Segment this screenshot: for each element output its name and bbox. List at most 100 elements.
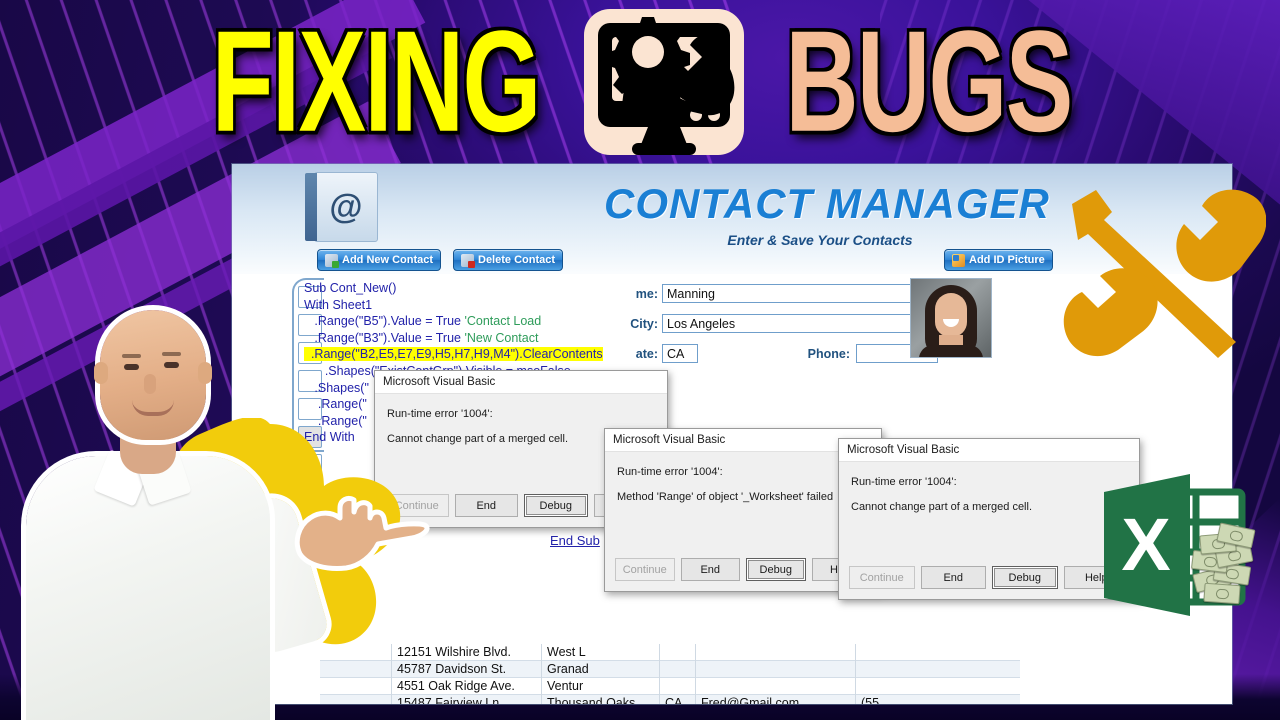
- cell-city: West L: [542, 643, 660, 661]
- vba-line-2: .Range("B5").Value = True: [304, 314, 465, 329]
- vba-line-9: End With: [304, 430, 355, 445]
- cell-address: 45787 Davidson St.: [392, 660, 542, 678]
- delete-contact-button[interactable]: Delete Contact: [453, 249, 564, 271]
- avatar-face: [935, 293, 967, 337]
- page-title: CONTACT MANAGER: [604, 180, 1050, 227]
- vb-error-dialog-3[interactable]: Microsoft Visual Basic Run-time error '1…: [838, 438, 1140, 600]
- state-field-label: ate:: [635, 346, 658, 361]
- ws-line-4: End Sub: [550, 533, 600, 548]
- vba-line-1: With Sheet1: [304, 297, 373, 312]
- avatar: [910, 278, 992, 358]
- contacts-table: 12151 Wilshire Blvd. West L 45787 Davids…: [320, 643, 1020, 704]
- presenter-brow-right: [162, 352, 181, 356]
- presenter-nose: [144, 374, 156, 394]
- cash-stack-icon: [1190, 520, 1256, 606]
- cell-city: Granad: [542, 660, 660, 678]
- table-row[interactable]: 12151 Wilshire Blvd. West L: [320, 643, 1020, 661]
- cell-address: 15487 Fairview Ln.: [392, 694, 542, 704]
- cell-email: Fred@Gmail.com: [696, 694, 856, 704]
- dialog-error-code: Run-time error '1004':: [387, 408, 493, 420]
- end-button[interactable]: End: [454, 494, 518, 517]
- vba-comment-3: 'New Contact: [464, 330, 539, 345]
- wrench-screwdriver-icon: [1060, 182, 1267, 358]
- end-button[interactable]: End: [680, 558, 740, 581]
- phone-field-label: Phone:: [807, 346, 850, 361]
- vba-line-4-highlighted: .Range("B2,E5,E7,E9,H5,H7,H9,M4").ClearC…: [304, 347, 603, 362]
- cell-state: [660, 660, 696, 678]
- debug-button[interactable]: Debug: [746, 558, 806, 581]
- presenter-eye-right: [164, 362, 179, 368]
- add-id-picture-button[interactable]: Add ID Picture: [944, 249, 1053, 271]
- add-new-contact-button[interactable]: Add New Contact: [317, 249, 442, 271]
- state-phone-field-row: ate: CA Phone:: [630, 344, 938, 363]
- vba-line-3: .Range("B3").Value = True: [304, 330, 465, 345]
- name-field-row: me: Manning: [630, 284, 916, 303]
- table-row[interactable]: 4551 Oak Ridge Ave. Ventur: [320, 677, 1020, 695]
- dialog-title: Microsoft Visual Basic: [613, 434, 726, 446]
- add-new-contact-label: Add New Contact: [342, 254, 434, 266]
- city-field[interactable]: Los Angeles: [662, 314, 916, 333]
- cell-city: Ventur: [542, 677, 660, 695]
- dialog-title: Microsoft Visual Basic: [847, 444, 960, 456]
- table-row[interactable]: 45787 Davidson St. Granad: [320, 660, 1020, 678]
- vba-comment-2: 'Contact Load: [464, 314, 542, 329]
- presenter-brow-left: [122, 354, 141, 358]
- dialog-error-code: Run-time error '1004':: [617, 466, 723, 478]
- page-subtitle: Enter & Save Your Contacts: [727, 232, 913, 248]
- state-field[interactable]: CA: [662, 344, 698, 363]
- dialog-button-row: Continue End Debug Help: [839, 566, 1139, 589]
- delete-contact-label: Delete Contact: [478, 254, 556, 266]
- cell-city: Thousand Oaks: [542, 694, 660, 704]
- debug-button[interactable]: Debug: [524, 494, 588, 517]
- presenter-ear-left: [94, 362, 108, 384]
- cell-state: [660, 643, 696, 661]
- name-field[interactable]: Manning: [662, 284, 916, 303]
- cell-phone: [856, 678, 974, 695]
- at-sign-icon: @: [305, 172, 378, 242]
- presenter-eye-left: [124, 364, 139, 370]
- pointing-hand-icon: [292, 470, 432, 595]
- add-id-picture-label: Add ID Picture: [969, 254, 1045, 266]
- cell-name: [320, 677, 392, 695]
- cell-phone: [856, 661, 974, 678]
- dialog-error-message: Method 'Range' of object '_Worksheet' fa…: [617, 491, 834, 503]
- cell-phone: (55: [861, 696, 880, 704]
- delete-person-icon: [461, 253, 475, 268]
- cell-email: [696, 677, 856, 695]
- city-field-row: City: Los Angeles: [630, 314, 916, 333]
- dialog-title-bar: Microsoft Visual Basic: [375, 371, 667, 394]
- vba-line-7: .Range(": [304, 397, 367, 412]
- cell-address: 4551 Oak Ridge Ave.: [392, 677, 542, 695]
- presenter-person: [8, 288, 331, 720]
- dialog-error-code: Run-time error '1004':: [851, 476, 957, 488]
- cell-phone: [856, 644, 974, 661]
- table-row[interactable]: 15487 Fairview Ln. Thousand Oaks CA Fred…: [320, 694, 1020, 704]
- dialog-title: Microsoft Visual Basic: [383, 376, 496, 388]
- vba-line-0: Sub Cont_New(): [304, 281, 397, 295]
- continue-button[interactable]: Continue: [849, 566, 915, 589]
- name-field-label: me:: [635, 286, 658, 301]
- presenter-ear-right: [198, 362, 212, 384]
- avatar-shoulders: [919, 345, 983, 357]
- cell-email: [696, 660, 856, 678]
- cell-name: [320, 643, 392, 661]
- cell-name: [320, 694, 392, 704]
- cell-name: [320, 660, 392, 678]
- svg-text:X: X: [1121, 503, 1170, 586]
- cell-state: [660, 677, 696, 695]
- debug-button[interactable]: Debug: [992, 566, 1058, 589]
- end-button[interactable]: End: [920, 566, 986, 589]
- thumbnail-stage: @ CONTACT MANAGER Enter & Save Your Cont…: [0, 0, 1280, 720]
- dialog-error-message: Cannot change part of a merged cell.: [851, 501, 1033, 513]
- cell-email: [696, 643, 856, 661]
- at-sign-glyph: @: [329, 187, 363, 226]
- continue-button[interactable]: Continue: [615, 558, 675, 581]
- vba-line-6: .Shapes(": [304, 380, 369, 395]
- vba-line-8: .Range(": [304, 413, 367, 428]
- cell-state: CA: [660, 694, 696, 704]
- dialog-title-bar: Microsoft Visual Basic: [839, 439, 1139, 462]
- city-field-label: City:: [630, 316, 658, 331]
- dialog-body: Run-time error '1004': Cannot change par…: [839, 462, 1139, 513]
- cell-address: 12151 Wilshire Blvd.: [392, 643, 542, 661]
- add-person-icon: [325, 253, 339, 268]
